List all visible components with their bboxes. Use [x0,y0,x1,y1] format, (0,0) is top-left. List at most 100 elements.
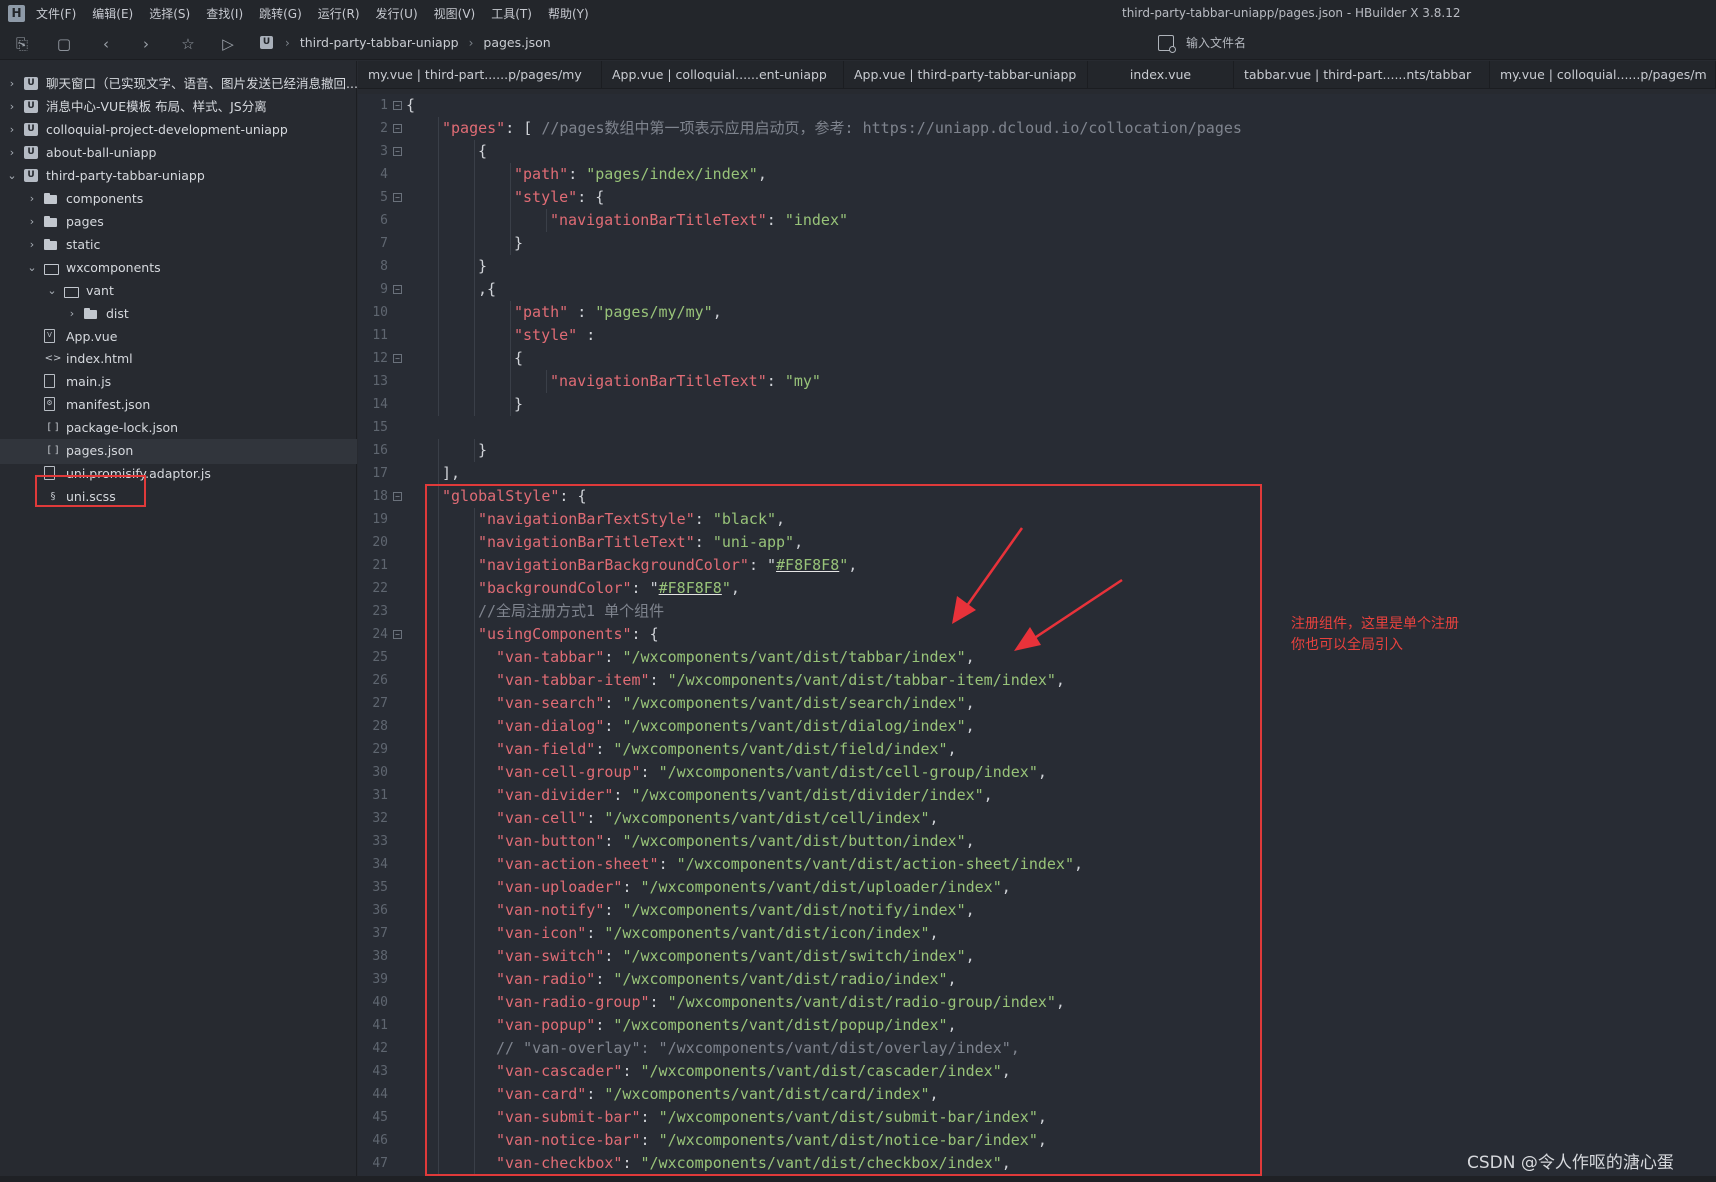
code-line[interactable]: 17], [358,462,1716,485]
code-line[interactable]: 20 "navigationBarTitleText": "uni-app", [358,531,1716,554]
tree-item[interactable]: › components [0,187,357,212]
chevron-right-icon[interactable]: › [26,192,38,206]
code-line[interactable]: 14} [358,393,1716,416]
code-line[interactable]: 18− "globalStyle": { [358,485,1716,508]
chevron-right-icon[interactable]: › [66,307,78,321]
fold-toggle-icon[interactable]: − [393,354,402,363]
chevron-down-icon[interactable]: ⌄ [26,261,38,275]
tree-item[interactable]: › Ucolloquial-project-development-uniapp [0,118,357,143]
tree-item[interactable]: ⌄ wxcomponents [0,256,357,281]
code-line[interactable]: 5− "style": { [358,186,1716,209]
tree-item[interactable]: › U 聊天窗口（已实现文字、语音、图片发送已经消息撤回... [0,72,358,97]
tree-item[interactable]: ⌄ vant [0,279,357,304]
menu-item-8[interactable]: 工具(T) [491,6,532,22]
code-line[interactable]: 9− ,{ [358,278,1716,301]
tree-item[interactable]: [ ] pages.json [0,439,357,464]
code-line[interactable]: 22 "backgroundColor": "#F8F8F8", [358,577,1716,600]
code-line[interactable]: 10 "path" : "pages/my/my", [358,301,1716,324]
tab[interactable]: index.vue [1088,61,1234,89]
code-line[interactable]: 24− "usingComponents": { [358,623,1716,646]
chevron-down-icon[interactable]: ⌄ [6,169,18,183]
code-line[interactable]: 36 "van-notify": "/wxcomponents/vant/dist… [358,899,1716,922]
code-line[interactable]: 2− "pages": [ //pages数组中第一项表示应用启动页，参考: ht… [358,117,1716,140]
menu-item-9[interactable]: 帮助(Y) [548,6,589,22]
menu-item-1[interactable]: 编辑(E) [92,6,133,22]
menu-item-2[interactable]: 选择(S) [149,6,190,22]
code-line[interactable]: 32 "van-cell": "/wxcomponents/vant/dist/c… [358,807,1716,830]
code-editor[interactable]: 1−{2− "pages": [ //pages数组中第一项表示应用启动页，参考:… [358,94,1716,1182]
back-icon[interactable]: ‹ [96,34,116,54]
code-line[interactable]: 40 "van-radio-group": "/wxcomponents/vant… [358,991,1716,1014]
chevron-right-icon[interactable]: › [26,215,38,229]
star-icon[interactable]: ☆ [178,34,198,54]
fold-toggle-icon[interactable]: − [393,193,402,202]
tree-item[interactable]: <> index.html [0,347,357,372]
code-line[interactable]: 28 "van-dialog": "/wxcomponents/vant/dist… [358,715,1716,738]
fold-toggle-icon[interactable]: − [393,492,402,501]
code-line[interactable]: 7} [358,232,1716,255]
code-line[interactable]: 12− { [358,347,1716,370]
tree-item[interactable]: ⚙ manifest.json [0,393,357,418]
menu-item-6[interactable]: 发行(U) [376,6,418,22]
save-icon[interactable]: ▢ [54,34,74,54]
code-line[interactable]: 35 "van-uploader": "/wxcomponents/vant/di… [358,876,1716,899]
fold-toggle-icon[interactable]: − [393,124,402,133]
tab[interactable]: App.vue | third-party-tabbar-uniapp [844,61,1088,89]
code-line[interactable]: 25 "van-tabbar": "/wxcomponents/vant/dist… [358,646,1716,669]
code-line[interactable]: 43 "van-cascader": "/wxcomponents/vant/di… [358,1060,1716,1083]
code-line[interactable]: 19 "navigationBarTextStyle": "black", [358,508,1716,531]
fold-toggle-icon[interactable]: − [393,101,402,110]
tree-item[interactable]: › U 消息中心-VUE模板 布局、样式、JS分离 [0,95,357,120]
code-line[interactable]: 41 "van-popup": "/wxcomponents/vant/dist/… [358,1014,1716,1037]
tree-item[interactable]: › dist [0,302,357,327]
code-area[interactable]: 1−{2− "pages": [ //pages数组中第一项表示应用启动页，参考:… [358,94,1716,1176]
run-icon[interactable]: ▷ [218,34,238,54]
tree-item[interactable]: [ ] package-lock.json [0,416,357,441]
code-line[interactable]: 42 // "van-overlay": "/wxcomponents/vant/… [358,1037,1716,1060]
chevron-right-icon[interactable]: › [6,77,18,91]
tree-item[interactable]: › static [0,233,357,258]
menu-item-3[interactable]: 查找(I) [206,6,243,22]
file-search-input[interactable]: 输入文件名 [1158,34,1246,53]
code-line[interactable]: 3− { [358,140,1716,163]
code-line[interactable]: 29 "van-field": "/wxcomponents/vant/dist/… [358,738,1716,761]
tab[interactable]: App.vue | colloquial......ent-uniapp [602,61,844,89]
code-line[interactable]: 15 [358,416,1716,439]
code-line[interactable]: 6 "navigationBarTitleText": "index" [358,209,1716,232]
code-line[interactable]: 38 "van-switch": "/wxcomponents/vant/dist… [358,945,1716,968]
chevron-right-icon[interactable]: › [6,146,18,160]
code-line[interactable]: 44 "van-card": "/wxcomponents/vant/dist/c… [358,1083,1716,1106]
tree-item[interactable]: main.js [0,370,357,395]
code-line[interactable]: 31 "van-divider": "/wxcomponents/vant/dis… [358,784,1716,807]
code-line[interactable]: 34 "van-action-sheet": "/wxcomponents/van… [358,853,1716,876]
chevron-right-icon[interactable]: › [6,100,18,114]
code-line[interactable]: 26 "van-tabbar-item": "/wxcomponents/vant… [358,669,1716,692]
tab[interactable]: my.vue | third-part......p/pages/my [358,61,602,89]
menu-item-0[interactable]: 文件(F) [36,6,76,22]
code-line[interactable]: 13 "navigationBarTitleText": "my" [358,370,1716,393]
menu-item-5[interactable]: 运行(R) [318,6,360,22]
tree-item[interactable]: › pages [0,210,357,235]
code-line[interactable]: 4 "path": "pages/index/index", [358,163,1716,186]
tree-item[interactable]: › Uabout-ball-uniapp [0,141,357,166]
code-line[interactable]: 33 "van-button": "/wxcomponents/vant/dist… [358,830,1716,853]
chevron-right-icon[interactable]: › [26,238,38,252]
chevron-down-icon[interactable]: ⌄ [46,284,58,298]
code-line[interactable]: 30 "van-cell-group": "/wxcomponents/vant/… [358,761,1716,784]
code-line[interactable]: 39 "van-radio": "/wxcomponents/vant/dist/… [358,968,1716,991]
menu-item-4[interactable]: 跳转(G) [259,6,302,22]
tab[interactable]: tabbar.vue | third-part......nts/tabbar [1234,61,1490,89]
code-line[interactable]: 8} [358,255,1716,278]
code-line[interactable]: 11 "style" : [358,324,1716,347]
code-line[interactable]: 21 "navigationBarBackgroundColor": "#F8F8… [358,554,1716,577]
new-file-icon[interactable]: ⎘ [12,34,32,54]
tree-item[interactable]: ⌄ Uthird-party-tabbar-uniapp [0,164,357,189]
code-line[interactable]: 1−{ [358,94,1716,117]
forward-icon[interactable]: › [136,34,156,54]
breadcrumb-project[interactable]: third-party-tabbar-uniapp [300,35,459,50]
tab[interactable]: my.vue | colloquial......p/pages/m [1490,61,1716,89]
code-line[interactable]: 27 "van-search": "/wxcomponents/vant/dist… [358,692,1716,715]
chevron-right-icon[interactable]: › [6,123,18,137]
fold-toggle-icon[interactable]: − [393,147,402,156]
breadcrumb-file[interactable]: pages.json [483,35,550,50]
